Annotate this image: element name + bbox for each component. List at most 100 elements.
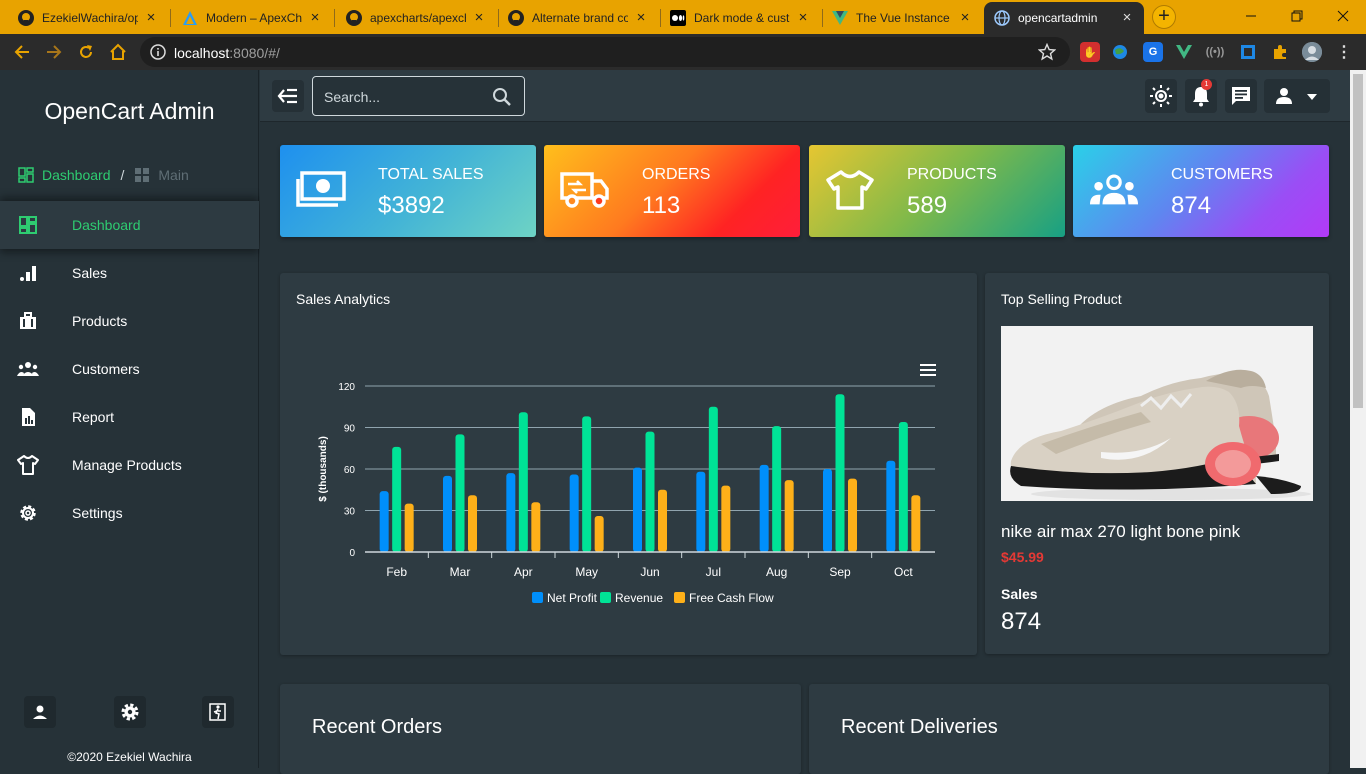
product-image-sneaker[interactable]	[1001, 326, 1313, 501]
legend-label: Net Profit	[547, 591, 598, 605]
bar-net-profit	[506, 473, 516, 552]
bar-revenue	[772, 426, 782, 552]
search-input[interactable]: Search...	[312, 76, 525, 116]
stat-label: CUSTOMERS	[1171, 166, 1273, 183]
tab-title: Modern – ApexCh	[206, 11, 302, 25]
settings-button[interactable]	[114, 696, 146, 728]
extension-globe-icon[interactable]	[1110, 42, 1130, 62]
minimize-icon[interactable]	[1228, 0, 1274, 32]
gear-icon	[17, 502, 39, 524]
new-tab-button[interactable]: +	[1152, 5, 1176, 29]
stat-value: 874	[1171, 192, 1212, 219]
extension-screenshot-icon[interactable]	[1238, 42, 1258, 62]
browser-tab[interactable]: Alternate brand co ×	[498, 2, 658, 34]
browser-tab[interactable]: The Vue Instance ×	[822, 2, 982, 34]
x-tick-label: Mar	[450, 565, 471, 579]
close-icon[interactable]: ×	[796, 10, 810, 25]
close-icon[interactable]: ×	[144, 10, 158, 25]
medium-icon	[670, 10, 686, 26]
x-tick-label: Oct	[894, 565, 913, 579]
scrollbar-thumb[interactable]	[1353, 74, 1363, 408]
close-icon[interactable]: ×	[1120, 10, 1134, 25]
legend-marker	[532, 592, 543, 603]
restore-icon[interactable]	[1274, 0, 1320, 32]
tab-title: The Vue Instance	[856, 11, 950, 25]
nav-item-report[interactable]: Report	[0, 393, 259, 441]
legend-label: Revenue	[615, 591, 663, 605]
nav-item-manage-products[interactable]: Manage Products	[0, 441, 259, 489]
page-scrollbar[interactable]	[1350, 70, 1366, 768]
bar-revenue	[518, 412, 528, 552]
bar-revenue	[455, 434, 465, 552]
nav-item-dashboard[interactable]: Dashboard	[0, 201, 259, 249]
breadcrumb-home[interactable]: Dashboard	[18, 167, 111, 183]
address-bar[interactable]: localhost:8080/#/	[140, 37, 1070, 67]
nav-item-settings[interactable]: Settings	[0, 489, 259, 537]
product-sales-value: 874	[1001, 608, 1042, 635]
x-tick-label: Sep	[829, 565, 851, 579]
extension-vue-devtools-icon[interactable]	[1174, 42, 1194, 62]
stat-card-products[interactable]: PRODUCTS 589	[809, 145, 1065, 237]
nav-item-sales[interactable]: Sales	[0, 249, 259, 297]
reload-icon[interactable]	[74, 40, 98, 64]
dashboard-icon	[18, 167, 34, 183]
nav-label: Report	[72, 409, 115, 425]
footer-copyright: ©2020 Ezekiel Wachira	[67, 750, 192, 764]
nav-item-products[interactable]: Products	[0, 297, 259, 345]
browser-tab[interactable]: Modern – ApexCh ×	[172, 2, 332, 34]
stat-card-customers[interactable]: CUSTOMERS 874	[1073, 145, 1329, 237]
home-icon[interactable]	[106, 40, 130, 64]
browser-tab[interactable]: apexcharts/apexch ×	[336, 2, 496, 34]
browser-tab-active[interactable]: opencartadmin ×	[984, 2, 1144, 34]
bar-revenue	[392, 446, 402, 552]
forward-arrow-icon[interactable]	[42, 40, 66, 64]
collapse-sidebar-button[interactable]	[272, 80, 304, 112]
bar-free-cash-flow	[721, 485, 731, 552]
bar-revenue	[708, 406, 718, 552]
theme-toggle-button[interactable]	[1145, 79, 1177, 113]
bookmark-star-icon[interactable]	[1038, 43, 1056, 61]
people-icon	[17, 358, 39, 380]
user-menu-button[interactable]	[1264, 79, 1330, 113]
close-icon[interactable]: ×	[472, 10, 486, 25]
close-window-icon[interactable]	[1320, 0, 1366, 32]
back-arrow-icon[interactable]	[10, 40, 34, 64]
tab-divider	[170, 9, 171, 27]
info-icon[interactable]	[150, 44, 166, 60]
search-placeholder: Search...	[324, 89, 381, 105]
bar-net-profit	[823, 469, 832, 552]
browser-menu-icon[interactable]: ⋮	[1334, 42, 1354, 62]
stat-card-total-sales[interactable]: TOTAL SALES $3892	[280, 145, 536, 237]
close-icon[interactable]: ×	[634, 10, 648, 25]
breadcrumb-current-label: Main	[158, 167, 189, 183]
sales-analytics-card: Sales Analytics 0 30 60 90 120 $ (thousands) F…	[280, 273, 977, 655]
profile-button[interactable]	[24, 696, 56, 728]
browser-tab[interactable]: EzekielWachira/op ×	[8, 2, 168, 34]
y-tick-label: 60	[344, 465, 356, 476]
extensions-puzzle-icon[interactable]	[1270, 42, 1290, 62]
nav-item-customers[interactable]: Customers	[0, 345, 259, 393]
close-icon[interactable]: ×	[308, 10, 322, 25]
x-tick-label: Apr	[514, 565, 533, 579]
bar-free-cash-flow	[531, 502, 541, 552]
nav-label: Products	[72, 313, 128, 329]
bar-net-profit	[379, 491, 389, 552]
search-icon[interactable]	[492, 87, 512, 107]
notifications-button[interactable]: 1	[1185, 79, 1217, 113]
profile-avatar[interactable]	[1302, 42, 1322, 62]
person-icon	[1274, 86, 1294, 106]
nav-label: Manage Products	[72, 457, 182, 473]
extension-adblock-icon[interactable]: ✋	[1080, 42, 1100, 62]
messages-button[interactable]	[1225, 79, 1257, 113]
recent-deliveries-card: Recent Deliveries	[809, 684, 1329, 774]
product-name[interactable]: nike air max 270 light bone pink	[1001, 522, 1240, 542]
url-host: localhost	[174, 45, 230, 61]
extension-translate-icon[interactable]: G	[1143, 42, 1163, 62]
close-icon[interactable]: ×	[958, 10, 972, 25]
bar-net-profit	[696, 471, 706, 552]
logout-button[interactable]	[202, 696, 234, 728]
stat-card-orders[interactable]: ORDERS 113	[544, 145, 800, 237]
breadcrumb-home-label: Dashboard	[42, 167, 111, 183]
extension-wifi-icon[interactable]: ((•))	[1205, 42, 1225, 62]
browser-tab[interactable]: Dark mode & cust ×	[660, 2, 820, 34]
